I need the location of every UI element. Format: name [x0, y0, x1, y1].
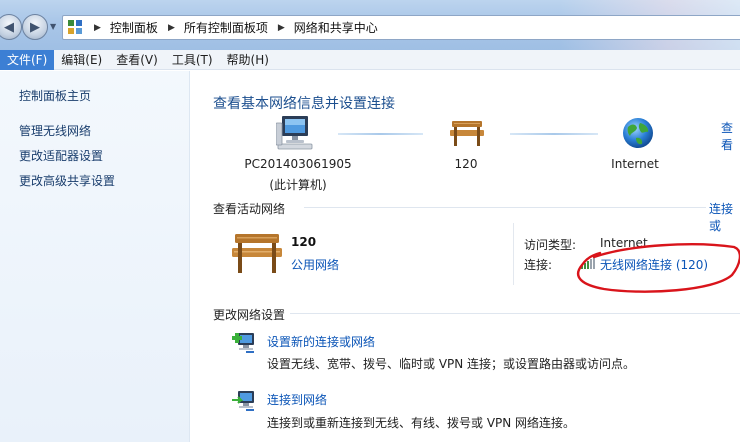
section-divider	[290, 313, 740, 314]
wifi-signal-icon	[581, 257, 595, 269]
connect-or-disconnect-link[interactable]: 连接或	[709, 200, 740, 234]
menu-view[interactable]: 查看(V)	[109, 50, 165, 70]
sidebar-item-control-panel-home[interactable]: 控制面板主页	[19, 87, 91, 104]
computer-icon	[276, 116, 313, 150]
sidebar-item-manage-wireless[interactable]: 管理无线网络	[19, 122, 91, 139]
change-settings-title: 更改网络设置	[213, 308, 286, 322]
setup-new-connection-description: 设置无线、宽带、拨号、临时或 VPN 连接；或设置路由器或访问点。	[267, 357, 636, 371]
wireless-connection-link[interactable]: 无线网络连接 (120)	[600, 256, 708, 273]
menu-help[interactable]: 帮助(H)	[220, 50, 276, 70]
menu-tools[interactable]: 工具(T)	[165, 50, 220, 70]
network-node-name: 120	[454, 157, 478, 171]
see-full-map-link[interactable]: 查看	[721, 119, 740, 153]
window-titlebar: ◀ ▶ ▼ ▶ 控制面板 ▶ 所有控制面板项 ▶ 网络和共享中心	[0, 0, 740, 50]
computer-subtitle: (此计算机)	[269, 178, 327, 192]
recent-pages-dropdown[interactable]: ▼	[50, 22, 60, 32]
setup-new-connection-link[interactable]: 设置新的连接或网络	[267, 333, 375, 350]
breadcrumb-separator-icon: ▶	[167, 22, 175, 33]
arrow-right-icon: ▶	[30, 19, 40, 35]
connection-line	[338, 133, 423, 135]
menu-file[interactable]: 文件(F)	[0, 49, 55, 70]
breadcrumb-control-panel[interactable]: 控制面板	[110, 19, 158, 36]
active-networks-title: 查看活动网络	[213, 202, 286, 216]
sidebar-item-advanced-sharing[interactable]: 更改高级共享设置	[19, 172, 115, 189]
active-network-name: 120	[291, 235, 317, 249]
sidebar-item-adapter-settings[interactable]: 更改适配器设置	[19, 147, 103, 164]
arrow-left-icon: ◀	[4, 19, 14, 35]
network-type-link[interactable]: 公用网络	[291, 256, 339, 273]
connection-line	[510, 133, 598, 135]
section-divider	[304, 207, 706, 208]
access-type-label: 访问类型:	[524, 238, 577, 252]
public-network-bench-icon[interactable]	[232, 231, 282, 275]
back-button[interactable]: ◀	[0, 14, 22, 40]
computer-name: PC201403061905	[244, 157, 352, 171]
forward-button[interactable]: ▶	[22, 14, 48, 40]
bench-icon	[450, 121, 484, 146]
control-panel-icon	[68, 19, 84, 36]
new-connection-icon[interactable]	[232, 330, 258, 356]
breadcrumb-separator-icon: ▶	[277, 22, 285, 33]
menu-edit[interactable]: 编辑(E)	[54, 50, 109, 70]
chevron-down-icon: ▼	[50, 22, 57, 31]
globe-icon	[623, 118, 653, 148]
address-bar[interactable]: ▶ 控制面板 ▶ 所有控制面板项 ▶ 网络和共享中心	[62, 15, 740, 40]
main-content: 查看基本网络信息并设置连接 查看 PC201403061905 (此计算机) 1…	[190, 71, 740, 442]
breadcrumb-separator-icon: ▶	[94, 22, 101, 33]
connection-label: 连接:	[524, 258, 553, 272]
breadcrumb-all-items[interactable]: 所有控制面板项	[184, 19, 268, 36]
menu-bar: 文件(F) 编辑(E) 查看(V) 工具(T) 帮助(H)	[0, 49, 740, 70]
breadcrumb-network-center[interactable]: 网络和共享中心	[294, 19, 378, 36]
page-title: 查看基本网络信息并设置连接	[213, 96, 395, 112]
internet-node-label: Internet	[611, 157, 659, 171]
access-type-value: Internet	[600, 236, 648, 250]
connect-to-network-description: 连接到或重新连接到无线、有线、拨号或 VPN 网络连接。	[267, 416, 576, 430]
connect-to-network-link[interactable]: 连接到网络	[267, 391, 327, 408]
left-task-pane: 控制面板主页 管理无线网络 更改适配器设置 更改高级共享设置	[0, 71, 190, 442]
connect-to-network-icon[interactable]	[232, 388, 258, 414]
vertical-divider	[513, 223, 514, 285]
